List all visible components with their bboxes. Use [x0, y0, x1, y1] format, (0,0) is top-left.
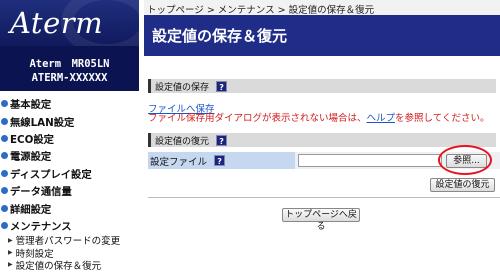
back-to-top-button[interactable]: トップページへ戻る	[282, 208, 360, 232]
brand-logo: Aterm	[10, 6, 104, 40]
help-link[interactable]: ヘルプ	[367, 113, 396, 124]
sidebar-item-label: 詳細設定	[10, 203, 52, 216]
sidebar-item-eco[interactable]: ECO設定	[0, 130, 139, 147]
sidebar-subitem-save-restore[interactable]: ▶ 設定値の保存＆復元	[0, 259, 139, 272]
file-path-field[interactable]	[298, 154, 442, 167]
bullet-icon	[1, 221, 8, 229]
bullet-icon	[1, 204, 8, 212]
sidebar-item-label: ディスプレイ設定	[10, 168, 92, 181]
warning-text-suffix: を参照してください。	[395, 113, 490, 124]
bullet-icon	[1, 117, 8, 125]
bullet-icon	[1, 187, 8, 195]
sidebar-subitem-time-settings[interactable]: ▶ 時刻設定	[0, 246, 139, 260]
sidebar-item-maintenance[interactable]: メンテナンス	[0, 217, 139, 234]
device-id: ATERM-XXXXXX	[31, 72, 108, 84]
section-header-restore: 設定値の復元 ?	[148, 133, 496, 147]
breadcrumb: トップページ > メンテナンス > 設定値の保存＆復元	[144, 0, 500, 16]
sidebar-item-label: データ通信量	[10, 186, 72, 199]
row-label-text: 設定ファイル	[150, 156, 208, 168]
sidebar-item-label: メンテナンス	[10, 220, 72, 233]
caret-right-icon: ▶	[8, 249, 13, 257]
sidebar-item-label: ECO設定	[10, 133, 54, 146]
sidebar-subitem-label: 設定値の保存＆復元	[15, 260, 102, 272]
model-info: Aterm MR05LN ATERM-XXXXXX	[0, 46, 139, 91]
warning-text: ファイル保存用ダイアログが表示されない場合は、	[148, 113, 367, 124]
sidebar-item-data-usage[interactable]: データ通信量	[0, 182, 139, 199]
sidebar-nav: 基本設定 無線LAN設定 ECO設定 電源設定 ディスプレイ設定 データ通信量 …	[0, 91, 139, 272]
sidebar: Aterm Aterm MR05LN ATERM-XXXXXX 基本設定 無線L…	[0, 0, 139, 274]
section-title: 設定値の保存	[155, 82, 210, 93]
sidebar-item-label: 電源設定	[10, 151, 52, 164]
help-icon[interactable]: ?	[216, 80, 228, 92]
bullet-icon	[1, 100, 8, 108]
sidebar-item-power[interactable]: 電源設定	[0, 147, 139, 164]
model-name: Aterm MR05LN	[29, 58, 110, 70]
page-title: 設定値の保存＆復元	[144, 15, 500, 56]
bullet-icon	[1, 152, 8, 160]
save-warning: ファイル保存用ダイアログが表示されない場合は、ヘルプを参照してください。	[148, 110, 489, 124]
sidebar-item-label: 無線LAN設定	[10, 116, 75, 129]
sidebar-item-wireless-lan[interactable]: 無線LAN設定	[0, 112, 139, 129]
highlight-circle	[438, 145, 492, 175]
caret-right-icon: ▶	[8, 261, 13, 269]
settings-file-label: 設定ファイル ?	[148, 152, 295, 169]
divider	[148, 197, 500, 198]
bullet-icon	[1, 169, 8, 177]
caret-right-icon: ▶	[8, 236, 13, 244]
section-title: 設定値の復元	[155, 136, 210, 147]
sidebar-item-label: 基本設定	[10, 99, 52, 112]
sidebar-item-advanced[interactable]: 詳細設定	[0, 199, 139, 216]
restore-button[interactable]: 設定値の復元	[430, 178, 495, 192]
sidebar-subitem-admin-password[interactable]: ▶ 管理者パスワードの変更	[0, 234, 139, 247]
help-icon[interactable]: ?	[214, 155, 226, 166]
sidebar-item-display[interactable]: ディスプレイ設定	[0, 165, 139, 182]
bullet-icon	[1, 134, 8, 142]
brand-logo-area: Aterm	[0, 0, 139, 46]
sidebar-item-basic-settings[interactable]: 基本設定	[0, 95, 139, 112]
main-content: トップページ > メンテナンス > 設定値の保存＆復元 設定値の保存＆復元 設定…	[144, 0, 500, 274]
section-header-save: 設定値の保存 ?	[148, 79, 496, 93]
help-icon[interactable]: ?	[216, 134, 228, 146]
